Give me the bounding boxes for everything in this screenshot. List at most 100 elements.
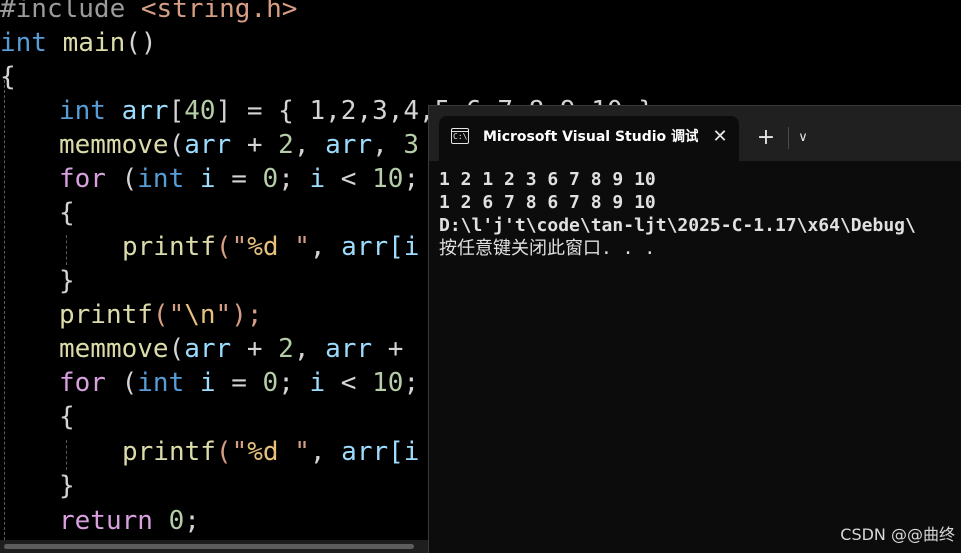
identifier: i [309, 164, 326, 194]
code-line-memmove-2: memmove(arr + 2, arr + [59, 332, 419, 366]
number-literal: 0 [262, 368, 279, 398]
code-text: () [125, 28, 157, 58]
function-name: memmove [59, 130, 169, 160]
identifier: arr [325, 334, 373, 364]
code-text: ( [105, 368, 138, 398]
code-text: ( [168, 334, 185, 364]
code-text: + [231, 334, 279, 364]
code-text: + [372, 334, 420, 364]
code-line-include: #include <string.h> [0, 0, 297, 26]
number-literal: 0 [262, 164, 279, 194]
code-text: ( [105, 164, 138, 194]
code-text: , [293, 334, 326, 364]
string-literal: " [278, 437, 310, 467]
code-text: < [325, 164, 373, 194]
code-text: , [309, 437, 342, 467]
code-text: ; [403, 164, 420, 194]
code-line-for-2: for (int i = 0; i < 10; [59, 366, 419, 400]
code-text: , [293, 130, 326, 160]
indent-guide [66, 235, 67, 265]
code-text: ( [168, 130, 185, 160]
code-line-main: int main() [0, 26, 157, 60]
chevron-down-icon[interactable]: ∨ [791, 125, 815, 151]
code-line-return: return 0; [59, 504, 200, 538]
control-keyword: return [59, 506, 153, 536]
number-literal: 10 [372, 368, 404, 398]
identifier: i [184, 368, 216, 398]
identifier: arr [325, 130, 373, 160]
number-literal: 2 [278, 334, 294, 364]
console-icon-text: C:\ [453, 132, 468, 141]
identifier: arr [121, 96, 169, 126]
code-text: = [215, 368, 263, 398]
string-literal: (" [152, 300, 185, 330]
number-literal: 10 [372, 164, 404, 194]
code-text: ; [278, 368, 310, 398]
escape-sequence: \n [184, 300, 216, 330]
code-line-open-brace-2: { [59, 196, 75, 230]
keyword: int [137, 164, 185, 194]
code-text: [i [388, 437, 420, 467]
indent-guide [66, 440, 67, 470]
keyword: int [137, 368, 185, 398]
brace: } [59, 471, 75, 501]
number-literal: 2 [278, 130, 294, 160]
string-literal: " [278, 232, 310, 262]
new-tab-button[interactable]: + [753, 125, 779, 151]
code-line-close-brace-2: } [59, 264, 75, 298]
code-line-for-1: for (int i = 0; i < 10; [59, 162, 419, 196]
close-icon[interactable]: ✕ [709, 126, 731, 148]
code-line-close-brace-3: } [59, 469, 75, 503]
control-keyword: for [59, 164, 106, 194]
function-name: printf [122, 232, 216, 262]
format-specifier: %d [247, 437, 279, 467]
console-tab[interactable]: C:\ Microsoft Visual Studio 调试控制台 ✕ [439, 116, 739, 161]
output-line: 按任意键关闭此窗口. . . [439, 238, 656, 259]
brace: { [59, 402, 75, 432]
code-text: ; [184, 506, 200, 536]
code-text: [ [168, 96, 185, 126]
string-literal: "); [215, 300, 263, 330]
brace: } [59, 266, 75, 296]
code-line-printf-newline: printf("\n"); [59, 298, 263, 332]
keyword: int [0, 28, 47, 58]
code-line-printf-2: printf("%d ", arr[i [122, 435, 419, 469]
code-text: = [215, 164, 263, 194]
horizontal-scrollbar[interactable] [0, 540, 428, 553]
brace: { [0, 62, 16, 92]
code-text: ; [403, 368, 420, 398]
identifier: i [184, 164, 216, 194]
code-line-open-brace: { [0, 60, 16, 94]
watermark: CSDN @@曲终 [840, 525, 955, 544]
control-keyword: for [59, 368, 106, 398]
code-text: + [231, 130, 279, 160]
code-line-memmove-1: memmove(arr + 2, arr, 3 [59, 128, 419, 162]
console-titlebar[interactable]: C:\ Microsoft Visual Studio 调试控制台 ✕ + ∨ [429, 106, 961, 161]
identifier: i [309, 368, 326, 398]
output-line: D:\l'j't\code\tan-ljt\2025-C-1.17\x64\De… [439, 215, 916, 236]
number-literal: 0 [152, 506, 185, 536]
string-literal: (" [215, 437, 248, 467]
indent-guide [4, 80, 5, 540]
code-text: [i [388, 232, 420, 262]
scrollbar-thumb[interactable] [4, 544, 414, 549]
function-name: printf [122, 437, 216, 467]
tab-title: Microsoft Visual Studio 调试控制台 [483, 129, 698, 145]
output-line: 1 2 6 7 8 6 7 8 9 10 [439, 192, 656, 213]
format-specifier: %d [247, 232, 279, 262]
identifier: arr [341, 232, 389, 262]
function-name: printf [59, 300, 153, 330]
code-text: , [309, 232, 342, 262]
identifier: arr [184, 130, 232, 160]
string-literal: (" [215, 232, 248, 262]
identifier: arr [341, 437, 389, 467]
function-name: main [62, 28, 126, 58]
console-output[interactable]: 1 2 1 2 3 6 7 8 9 10 1 2 6 7 8 6 7 8 9 1… [429, 161, 961, 553]
code-text: , [372, 130, 404, 160]
code-text: ; [278, 164, 310, 194]
number-literal: 3 [403, 130, 420, 160]
include-header: <string.h> [140, 0, 298, 24]
preprocessor-directive: #include [0, 0, 141, 24]
code-text: < [325, 368, 373, 398]
debug-console-window[interactable]: C:\ Microsoft Visual Studio 调试控制台 ✕ + ∨ … [428, 105, 961, 553]
